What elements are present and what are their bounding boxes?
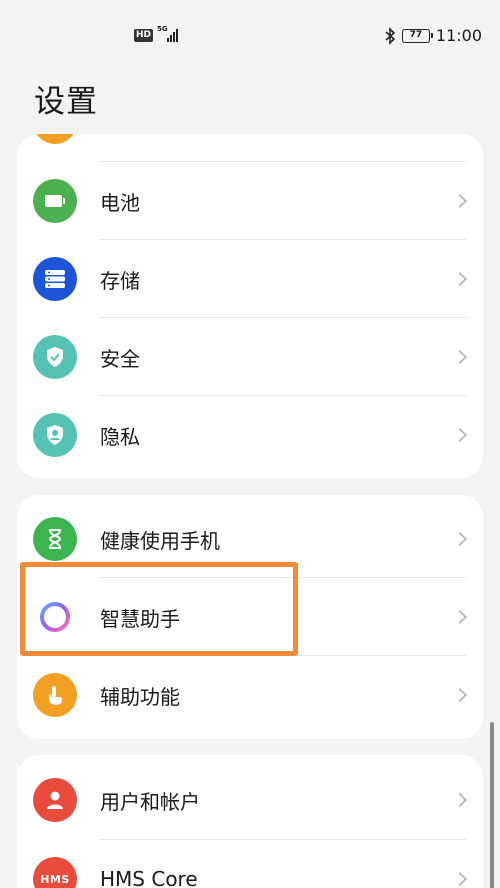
chevron-right-icon — [452, 531, 468, 547]
chevron-right-icon — [452, 609, 468, 625]
settings-item-accessibility[interactable]: 辅助功能 — [17, 656, 483, 734]
chevron-right-icon — [452, 427, 468, 443]
hd-badge: HD — [134, 28, 154, 42]
scrollbar[interactable] — [490, 722, 494, 888]
partial-item-icon — [33, 134, 77, 144]
user-icon — [33, 778, 77, 822]
status-time: 11:00 — [435, 26, 482, 45]
settings-item-battery[interactable]: 电池 — [17, 162, 483, 240]
chevron-right-icon — [452, 792, 468, 808]
hms-icon: HMS — [33, 857, 77, 888]
shield-icon — [33, 335, 77, 379]
storage-icon — [33, 257, 77, 301]
settings-item-storage[interactable]: 存储 — [17, 240, 483, 318]
hourglass-icon — [33, 517, 77, 561]
hand-icon — [33, 673, 77, 717]
settings-item-privacy[interactable]: 隐私 — [17, 396, 483, 474]
settings-item-label: 健康使用手机 — [100, 528, 220, 553]
settings-item-label: 电池 — [100, 190, 140, 215]
settings-item-label: 存储 — [100, 268, 140, 293]
chevron-right-icon — [452, 193, 468, 209]
network-type: 5G — [157, 25, 168, 33]
battery-icon: 77 — [401, 28, 433, 43]
settings-item-label: 用户和帐户 — [100, 789, 200, 814]
settings-item-users-accounts[interactable]: 用户和帐户 — [17, 761, 483, 839]
signal-icon: 5G — [157, 25, 179, 42]
settings-item-label: HMS Core — [100, 867, 198, 888]
settings-card-accounts: 用户和帐户 HMS HMS Core — [17, 755, 483, 888]
status-bar: HD 5G 77 11:00 — [0, 0, 500, 74]
settings-card-device: 电池 存储 安全 隐私 — [17, 134, 483, 478]
settings-item-label: 辅助功能 — [100, 684, 180, 709]
bluetooth-icon — [385, 26, 396, 45]
page-title: 设置 — [34, 84, 98, 120]
settings-item-label: 隐私 — [100, 424, 140, 449]
status-left: HD 5G — [134, 25, 179, 42]
chevron-right-icon — [452, 687, 468, 703]
battery-icon — [33, 179, 77, 223]
chevron-right-icon — [452, 871, 468, 887]
status-right: 77 11:00 — [384, 26, 482, 45]
highlight-annotation — [20, 562, 298, 656]
chevron-right-icon — [452, 271, 468, 287]
chevron-right-icon — [452, 349, 468, 365]
settings-item-security[interactable]: 安全 — [17, 318, 483, 396]
settings-item-hms-core[interactable]: HMS HMS Core — [17, 840, 483, 888]
privacy-icon — [33, 413, 77, 457]
settings-item-label: 安全 — [100, 346, 140, 371]
hms-icon-text: HMS — [40, 872, 70, 886]
